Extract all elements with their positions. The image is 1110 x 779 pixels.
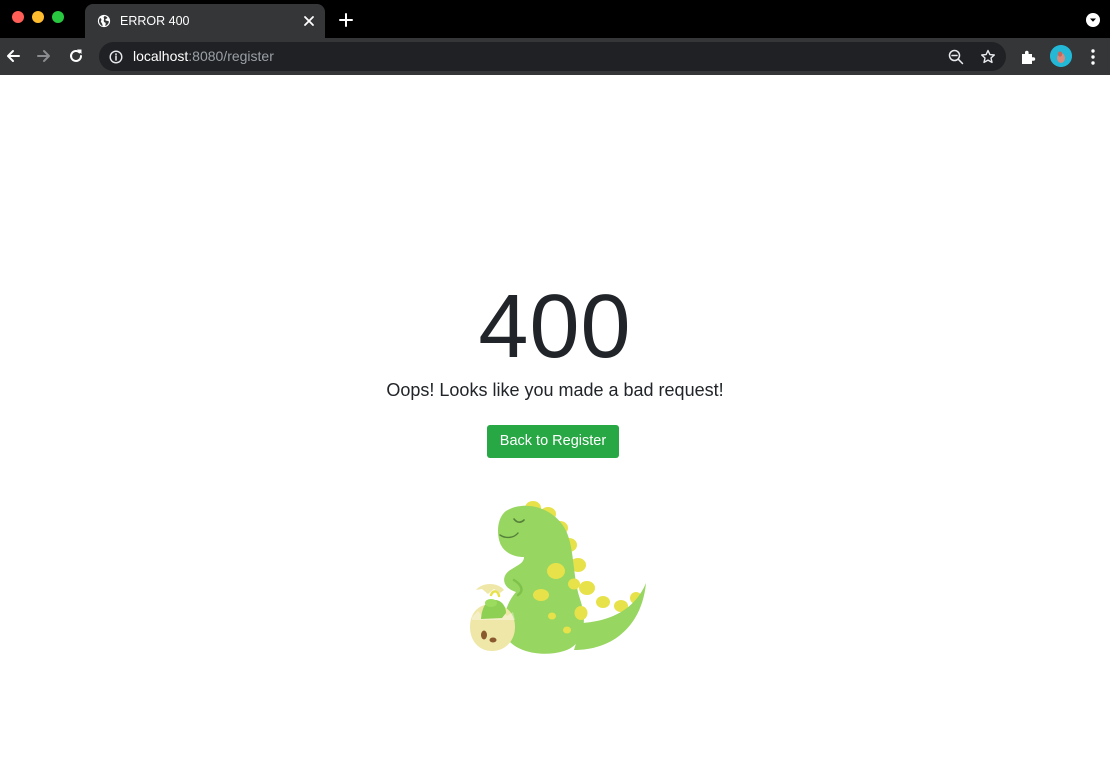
minimize-window-button[interactable] [32,11,44,23]
avatar-icon [1050,45,1072,67]
tab-search-icon[interactable] [1086,13,1100,27]
back-to-register-button[interactable]: Back to Register [487,425,619,458]
close-window-button[interactable] [12,11,24,23]
bookmark-star-icon[interactable] [980,49,996,65]
dinosaur-illustration [470,501,646,654]
reload-icon[interactable] [67,47,85,65]
page-content: 400 Oops! Looks like you made a bad requ… [0,75,1110,779]
globe-icon [97,14,111,28]
tab-title: ERROR 400 [120,14,190,28]
error-message: Oops! Looks like you made a bad request! [386,380,724,400]
back-arrow-icon[interactable] [4,47,22,65]
error-code: 400 [478,277,632,377]
forward-arrow-icon[interactable] [35,47,53,65]
more-vertical-icon[interactable] [1088,48,1098,66]
browser-tab[interactable]: ERROR 400 [85,4,325,38]
close-tab-icon[interactable] [302,14,316,28]
address-bar[interactable]: localhost:8080/register [99,42,1006,71]
url-text[interactable]: localhost:8080/register [133,48,274,65]
new-tab-icon[interactable] [338,12,354,28]
profile-avatar[interactable] [1050,45,1072,67]
zoom-out-icon[interactable] [948,49,964,65]
extensions-puzzle-icon[interactable] [1020,48,1037,65]
maximize-window-button[interactable] [52,11,64,23]
url-host: localhost [133,48,189,64]
url-path: :8080/register [188,48,274,64]
info-icon[interactable] [109,50,123,64]
browser-toolbar: localhost:8080/register [0,38,1110,75]
browser-tab-bar: ERROR 400 [0,0,1110,38]
